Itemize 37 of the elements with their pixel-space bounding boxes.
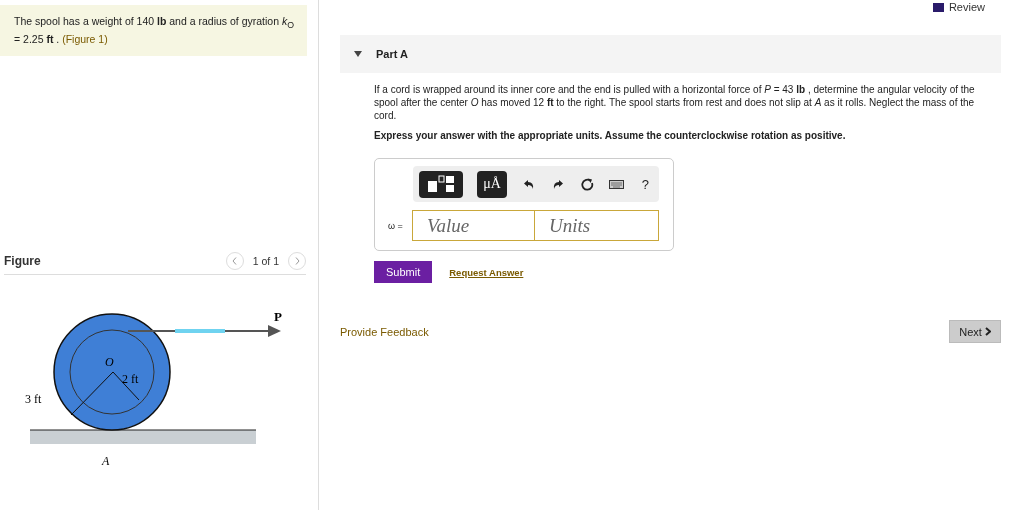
request-answer-link[interactable]: Request Answer xyxy=(449,266,524,278)
chevron-left-icon xyxy=(232,256,238,265)
problem-statement: The spool has a weight of 140 lb and a radius of gyration k$_{O}$ = 2.25 ft . (Figure 1) xyxy=(0,5,307,57)
reset-icon xyxy=(580,177,594,191)
review-icon xyxy=(932,2,944,12)
units-button[interactable]: μÅ xyxy=(477,170,507,198)
figure-link[interactable]: (Figure 1) xyxy=(62,33,108,46)
submit-button[interactable]: Submit xyxy=(374,261,433,283)
instruction-text: Express your answer with the appropriate units. Assume the counterclockwise rotation as positive. xyxy=(374,130,847,141)
contact-point-label: A xyxy=(102,454,110,469)
value-field[interactable]: Value xyxy=(412,210,535,241)
radius-lines xyxy=(70,371,140,416)
outer-radius-label: 3 ft xyxy=(25,392,42,407)
keyboard-button[interactable] xyxy=(608,179,624,189)
keyboard-icon xyxy=(608,179,624,189)
redo-icon xyxy=(551,178,564,190)
figure-pager: 1 of 1 xyxy=(252,254,279,267)
part-header[interactable]: Part A xyxy=(340,35,1001,73)
inner-radius-label: 2 ft xyxy=(122,372,139,387)
center-label: O xyxy=(105,355,114,370)
force-label: P xyxy=(274,309,282,325)
chevron-right-icon xyxy=(985,326,991,336)
template-button[interactable] xyxy=(419,170,463,198)
fraction-template-icon xyxy=(426,175,456,193)
help-button[interactable]: ? xyxy=(637,176,653,192)
question-text: If a cord is wrapped around its inner core and the end is pulled with a horizontal force of P = 43 lb , determine the angular velocity of the spool after the center O has moved 12 ft to the right. The spool starts from rest and does not slip at A as it rolls. Neglect the mass of the cord. xyxy=(374,83,976,122)
units-field[interactable]: Units xyxy=(535,210,659,241)
omega-label: ω = xyxy=(387,220,404,231)
feedback-link[interactable]: Provide Feedback xyxy=(340,325,429,338)
collapse-caret-icon xyxy=(354,51,362,57)
undo-icon xyxy=(522,178,535,190)
next-button[interactable]: Next xyxy=(949,320,1001,343)
part-title: Part A xyxy=(376,48,408,60)
chevron-right-icon xyxy=(294,256,300,265)
reset-button[interactable] xyxy=(579,177,595,191)
review-link[interactable]: Review xyxy=(948,1,985,13)
figure-title: Figure xyxy=(4,253,42,268)
